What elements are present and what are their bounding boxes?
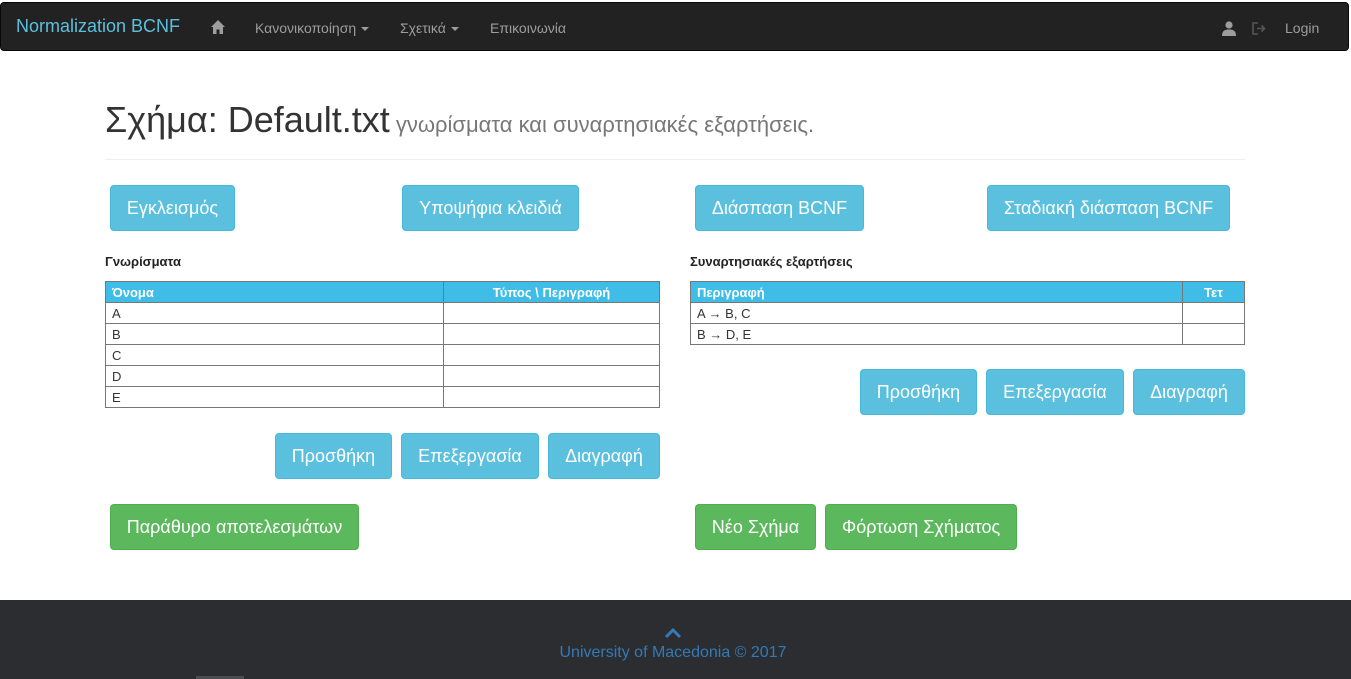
home-icon[interactable] xyxy=(210,19,226,35)
stepwise-bcnf-button[interactable]: Σταδιακή διάσπαση BCNF xyxy=(987,185,1230,231)
attribute-name-cell: D xyxy=(105,365,444,387)
dependency-description-cell: B → D, E xyxy=(690,323,1183,345)
table-row[interactable]: B xyxy=(105,323,660,345)
results-window-button[interactable]: Παράθυρο αποτελεσμάτων xyxy=(110,504,359,550)
dependency-description-cell: A → B, C xyxy=(690,302,1183,324)
attributes-table: Όνομα Τύπος \ Περιγραφή A B C D E xyxy=(105,281,660,408)
attribute-name-cell: A xyxy=(105,302,444,324)
column-header-description[interactable]: Περιγραφή xyxy=(690,281,1183,303)
attribute-edit-button[interactable]: Επεξεργασία xyxy=(401,433,539,479)
nav-contact-link[interactable]: Επικοινωνία xyxy=(490,20,566,36)
nav-about-dropdown[interactable]: Σχετικά xyxy=(400,20,459,36)
attributes-label: Γνωρίσματα xyxy=(105,254,181,269)
table-row[interactable]: A xyxy=(105,302,660,324)
attribute-type-cell xyxy=(443,302,660,324)
column-header-type[interactable]: Τύπος \ Περιγραφή xyxy=(443,281,660,303)
caret-down-icon xyxy=(450,27,459,32)
schema-title: Σχήμα: Default.txt xyxy=(105,99,390,140)
user-icon[interactable] xyxy=(1222,21,1236,36)
table-row[interactable]: B → D, E xyxy=(690,323,1245,345)
login-link[interactable]: Login xyxy=(1285,20,1319,36)
candidate-keys-button[interactable]: Υποψήφια κλειδιά xyxy=(402,185,579,231)
column-header-tet[interactable]: Τετ xyxy=(1182,281,1245,303)
footer-copyright[interactable]: University of Macedonia © 2017 xyxy=(0,644,1346,662)
attribute-name-cell: C xyxy=(105,344,444,366)
new-schema-button[interactable]: Νέο Σχήμα xyxy=(695,504,816,550)
nav-normalization-label: Κανονικοποίηση xyxy=(255,20,357,36)
dependency-tet-cell xyxy=(1182,302,1245,324)
footer xyxy=(0,600,1351,679)
navbar-brand[interactable]: Normalization BCNF xyxy=(16,16,180,37)
dependency-delete-button[interactable]: Διαγραφή xyxy=(1133,369,1245,415)
caret-down-icon xyxy=(361,27,370,32)
load-schema-button[interactable]: Φόρτωση Σχήματος xyxy=(825,504,1017,550)
table-row[interactable]: C xyxy=(105,344,660,366)
log-out-icon[interactable] xyxy=(1252,22,1267,35)
attribute-type-cell xyxy=(443,386,660,408)
top-navbar: Normalization BCNF Κανονικοποίηση Σχετικ… xyxy=(0,2,1349,51)
attribute-type-cell xyxy=(443,365,660,387)
chevron-up-icon[interactable] xyxy=(665,627,681,639)
attribute-name-cell: B xyxy=(105,323,444,345)
column-header-name[interactable]: Όνομα xyxy=(105,281,444,303)
nav-about-label: Σχετικά xyxy=(400,20,446,36)
table-row[interactable]: E xyxy=(105,386,660,408)
dependencies-table: Περιγραφή Τετ A → B, C B → D, E xyxy=(690,281,1245,345)
dependency-add-button[interactable]: Προσθήκη xyxy=(860,369,977,415)
schema-subtitle: γνωρίσματα και συναρτησιακές εξαρτήσεις. xyxy=(395,112,815,137)
attributes-header-row: Όνομα Τύπος \ Περιγραφή xyxy=(105,281,660,303)
closure-button[interactable]: Εγκλεισμός xyxy=(110,185,235,231)
attribute-type-cell xyxy=(443,344,660,366)
page-title: Σχήμα: Default.txt γνωρίσματα και συναρτη… xyxy=(105,99,814,141)
attribute-delete-button[interactable]: Διαγραφή xyxy=(548,433,660,479)
dependencies-label: Συναρτησιακές εξαρτήσεις xyxy=(690,254,853,269)
table-row[interactable]: D xyxy=(105,365,660,387)
dependencies-header-row: Περιγραφή Τετ xyxy=(690,281,1245,303)
table-row[interactable]: A → B, C xyxy=(690,302,1245,324)
attribute-name-cell: E xyxy=(105,386,444,408)
title-divider xyxy=(105,159,1245,160)
dependency-tet-cell xyxy=(1182,323,1245,345)
attribute-add-button[interactable]: Προσθήκη xyxy=(275,433,392,479)
attribute-type-cell xyxy=(443,323,660,345)
nav-normalization-dropdown[interactable]: Κανονικοποίηση xyxy=(255,20,370,36)
bcnf-decomposition-button[interactable]: Διάσπαση BCNF xyxy=(695,185,864,231)
dependency-edit-button[interactable]: Επεξεργασία xyxy=(986,369,1124,415)
